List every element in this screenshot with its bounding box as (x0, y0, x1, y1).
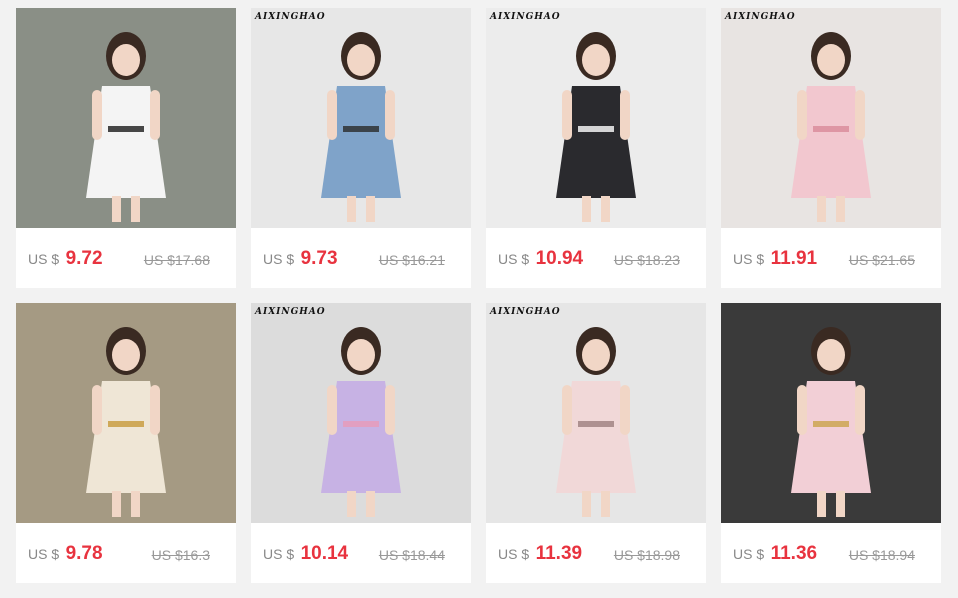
product-card[interactable]: AIXINGHAO US $ 9.73 US $16.21 (251, 8, 471, 288)
currency-label: US $ (263, 546, 295, 562)
product-grid: US $ 9.72 US $17.68 AIXINGHAO US $ 9.73 US $… (0, 0, 958, 598)
sale-price: 11.39 (535, 543, 583, 564)
price-row: US $ 9.78 US $16.3 (28, 543, 230, 571)
sale-price: 10.94 (535, 248, 584, 269)
price-row: US $ 11.39 US $18.98 (498, 543, 700, 571)
product-card[interactable]: AIXINGHAO US $ 11.39 US $18.98 (486, 303, 706, 583)
price-row: US $ 10.94 US $18.23 (498, 248, 700, 276)
currency-label: US $ (263, 251, 295, 267)
product-image[interactable] (16, 8, 236, 228)
price-row: US $ 11.36 US $18.94 (733, 543, 935, 571)
price-row: US $ 10.14 US $18.44 (263, 543, 465, 571)
brand-watermark: AIXINGHAO (490, 12, 561, 22)
product-image[interactable]: AIXINGHAO (251, 8, 471, 228)
product-image[interactable] (721, 303, 941, 523)
currency-label: US $ (498, 546, 530, 562)
sale-price: 10.14 (300, 543, 349, 564)
original-price: US $17.68 (143, 252, 210, 268)
product-card[interactable]: AIXINGHAO US $ 10.94 US $18.23 (486, 8, 706, 288)
sale-price: 9.78 (65, 543, 103, 564)
original-price: US $18.94 (848, 547, 915, 563)
product-image[interactable]: AIXINGHAO (251, 303, 471, 523)
product-image[interactable]: AIXINGHAO (486, 8, 706, 228)
original-price: US $16.3 (151, 547, 210, 563)
original-price: US $16.21 (378, 252, 445, 268)
brand-watermark: AIXINGHAO (725, 12, 796, 22)
currency-label: US $ (733, 546, 765, 562)
product-image[interactable]: AIXINGHAO (486, 303, 706, 523)
currency-label: US $ (733, 251, 765, 267)
original-price: US $18.44 (378, 547, 445, 563)
currency-label: US $ (28, 546, 60, 562)
price-row: US $ 11.91 US $21.65 (733, 248, 935, 276)
sale-price: 11.91 (770, 248, 818, 269)
sale-price: 9.73 (300, 248, 338, 269)
currency-label: US $ (498, 251, 530, 267)
brand-watermark: AIXINGHAO (255, 12, 326, 22)
original-price: US $21.65 (848, 252, 915, 268)
product-image[interactable] (16, 303, 236, 523)
product-image[interactable]: AIXINGHAO (721, 8, 941, 228)
sale-price: 11.36 (770, 543, 818, 564)
product-card[interactable]: US $ 9.78 US $16.3 (16, 303, 236, 583)
sale-price: 9.72 (65, 248, 103, 269)
brand-watermark: AIXINGHAO (490, 307, 561, 317)
price-row: US $ 9.72 US $17.68 (28, 248, 230, 276)
currency-label: US $ (28, 251, 60, 267)
brand-watermark: AIXINGHAO (255, 307, 326, 317)
product-card[interactable]: US $ 11.36 US $18.94 (721, 303, 941, 583)
price-row: US $ 9.73 US $16.21 (263, 248, 465, 276)
original-price: US $18.98 (613, 547, 680, 563)
product-card[interactable]: AIXINGHAO US $ 10.14 US $18.44 (251, 303, 471, 583)
original-price: US $18.23 (613, 252, 680, 268)
product-card[interactable]: AIXINGHAO US $ 11.91 US $21.65 (721, 8, 941, 288)
product-card[interactable]: US $ 9.72 US $17.68 (16, 8, 236, 288)
